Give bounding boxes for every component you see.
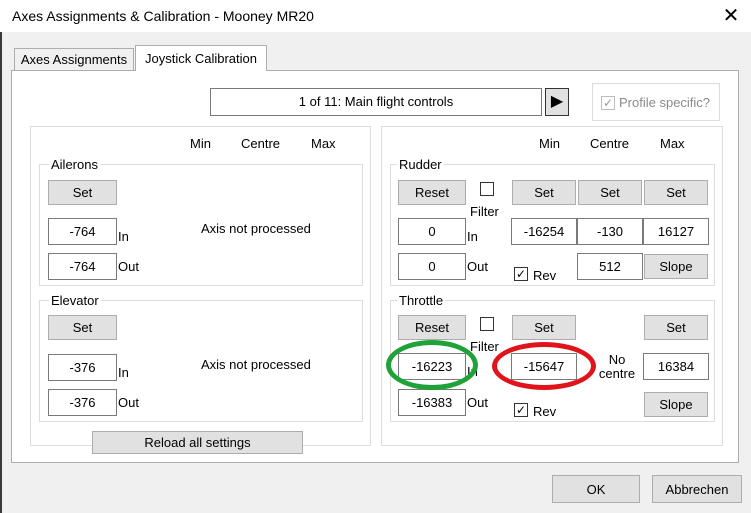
ailerons-in-label: In: [118, 229, 129, 244]
green-highlight-ellipse: [386, 340, 478, 390]
rudder-min-field[interactable]: -16254: [511, 218, 577, 245]
elevator-in-field: -376: [48, 354, 117, 381]
elevator-out-label: Out: [118, 395, 139, 410]
elevator-in-label: In: [118, 365, 129, 380]
rudder-slope-field[interactable]: 512: [577, 253, 643, 280]
red-highlight-ellipse: [492, 342, 596, 390]
window-edge: [0, 32, 2, 513]
rudder-in-label: In: [467, 229, 478, 244]
rudder-out-field: 0: [398, 253, 466, 280]
next-profile-button[interactable]: ▶: [545, 88, 569, 116]
rudder-filter-label: Filter: [470, 204, 499, 219]
throttle-label: Throttle: [397, 293, 446, 308]
centre-header: Centre: [241, 136, 281, 151]
elevator-label: Elevator: [49, 293, 101, 308]
rudder-out-label: Out: [467, 259, 488, 274]
rudder-in-field: 0: [398, 218, 466, 245]
elevator-set-button[interactable]: Set: [48, 315, 117, 340]
throttle-no-centre-label: No centre: [598, 352, 636, 381]
throttle-out-label: Out: [467, 395, 488, 410]
play-icon: ▶: [550, 93, 564, 110]
throttle-rev-label: Rev: [533, 404, 557, 419]
cancel-button[interactable]: Abbrechen: [652, 475, 742, 503]
rudder-reset-button[interactable]: Reset: [398, 180, 466, 205]
rudder-max-field[interactable]: 16127: [643, 218, 709, 245]
centre-header: Centre: [590, 136, 630, 151]
rudder-rev-checkbox[interactable]: ✓: [514, 267, 528, 281]
rudder-set-min-button[interactable]: Set: [512, 180, 576, 205]
close-icon[interactable]: ✕: [718, 3, 744, 29]
ailerons-status: Axis not processed: [201, 221, 311, 236]
profile-specific-checkbox[interactable]: ✓: [601, 96, 615, 110]
throttle-slope-button[interactable]: Slope: [644, 392, 708, 417]
checkmark-icon: ✓: [515, 403, 527, 417]
rudder-slope-button[interactable]: Slope: [644, 254, 708, 279]
min-header: Min: [539, 136, 560, 151]
checkmark-icon: ✓: [602, 96, 614, 110]
throttle-filter-checkbox[interactable]: [480, 317, 494, 331]
ailerons-set-button[interactable]: Set: [48, 180, 117, 205]
tab-axes-assignments[interactable]: Axes Assignments: [14, 48, 134, 70]
max-header: Max: [311, 136, 336, 151]
profile-selector[interactable]: 1 of 11: Main flight controls: [210, 88, 542, 116]
throttle-reset-button[interactable]: Reset: [398, 315, 466, 340]
throttle-filter-label: Filter: [470, 339, 499, 354]
profile-specific-label: Profile specific?: [619, 95, 711, 110]
rudder-set-centre-button[interactable]: Set: [578, 180, 642, 205]
ailerons-out-field: -764: [48, 253, 117, 280]
window-title: Axes Assignments & Calibration - Mooney …: [12, 8, 314, 24]
elevator-out-field: -376: [48, 389, 117, 416]
max-header: Max: [660, 136, 685, 151]
ailerons-out-label: Out: [118, 259, 139, 274]
checkmark-icon: ✓: [515, 267, 527, 281]
throttle-set-max-button[interactable]: Set: [644, 315, 708, 340]
throttle-max-field[interactable]: 16384: [643, 353, 709, 380]
rudder-rev-label: Rev: [533, 268, 557, 283]
throttle-out-field: -16383: [398, 389, 466, 416]
tab-joystick-calibration[interactable]: Joystick Calibration: [135, 45, 267, 71]
throttle-set-min-button[interactable]: Set: [512, 315, 576, 340]
rudder-set-max-button[interactable]: Set: [644, 180, 708, 205]
reload-all-settings-button[interactable]: Reload all settings: [92, 431, 303, 454]
ailerons-label: Ailerons: [49, 157, 100, 172]
ok-button[interactable]: OK: [552, 475, 640, 503]
rudder-filter-checkbox[interactable]: [480, 182, 494, 196]
elevator-status: Axis not processed: [201, 357, 311, 372]
rudder-centre-field[interactable]: -130: [577, 218, 643, 245]
ailerons-in-field: -764: [48, 218, 117, 245]
throttle-rev-checkbox[interactable]: ✓: [514, 403, 528, 417]
min-header: Min: [190, 136, 211, 151]
rudder-label: Rudder: [397, 157, 444, 172]
